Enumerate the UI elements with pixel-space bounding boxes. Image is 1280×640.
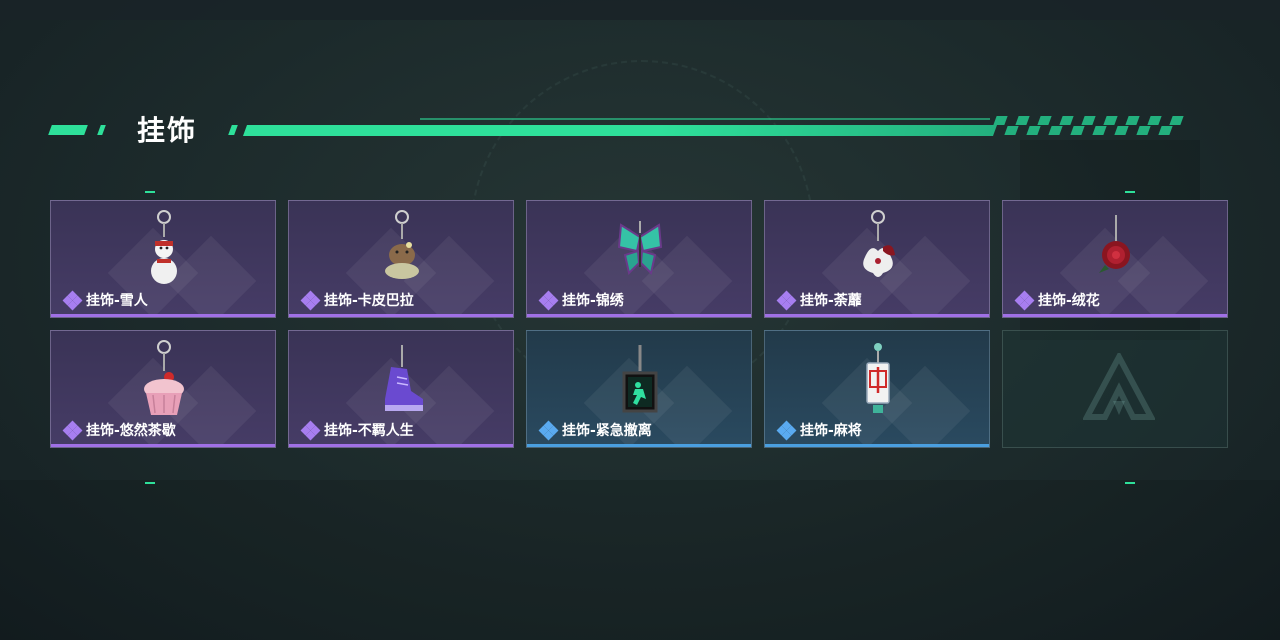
charm-name: 挂饰-荼蘼 bbox=[776, 290, 862, 311]
rarity-diamond-icon bbox=[776, 290, 797, 311]
charm-name: 挂饰-绒花 bbox=[1014, 290, 1100, 311]
header-accent-chip bbox=[97, 125, 106, 135]
exit-sign-charm-icon bbox=[622, 345, 658, 413]
header-accent-chip bbox=[228, 125, 238, 135]
rarity-diamond-icon bbox=[776, 420, 797, 441]
rarity-bar bbox=[51, 314, 275, 317]
mahjong-charm-icon bbox=[866, 343, 890, 413]
charm-card[interactable]: 挂饰-绒花 bbox=[1002, 200, 1228, 318]
rarity-bar bbox=[289, 444, 513, 447]
rarity-diamond-icon bbox=[300, 290, 321, 311]
charm-card[interactable]: 挂饰-麻将 bbox=[764, 330, 990, 448]
rarity-bar bbox=[51, 444, 275, 447]
charm-card[interactable]: 挂饰-锦绣 bbox=[526, 200, 752, 318]
header-accent-bar bbox=[242, 125, 998, 136]
charm-card[interactable]: 挂饰-紧急撤离 bbox=[526, 330, 752, 448]
background-ground bbox=[0, 480, 1280, 640]
corner-tick bbox=[1125, 482, 1135, 484]
charm-label: 挂饰-麻将 bbox=[800, 423, 862, 439]
corner-tick bbox=[145, 191, 155, 193]
rarity-diamond-icon bbox=[1014, 290, 1035, 311]
charm-label: 挂饰-悠然茶歇 bbox=[86, 423, 176, 439]
charm-name: 挂饰-麻将 bbox=[776, 420, 862, 441]
rarity-diamond-icon bbox=[62, 290, 83, 311]
empty-charm-slot[interactable] bbox=[1002, 330, 1228, 448]
charm-label: 挂饰-卡皮巴拉 bbox=[324, 293, 414, 309]
empty-slot-logo-icon bbox=[1083, 353, 1155, 420]
charm-label: 挂饰-不羁人生 bbox=[324, 423, 414, 439]
rarity-bar bbox=[1003, 314, 1227, 317]
rarity-bar bbox=[527, 444, 751, 447]
charm-name: 挂饰-卡皮巴拉 bbox=[300, 290, 414, 311]
charm-card[interactable]: 挂饰-荼蘼 bbox=[764, 200, 990, 318]
header-checker-pattern bbox=[993, 116, 1195, 136]
rarity-diamond-icon bbox=[538, 420, 559, 441]
charm-name: 挂饰-锦绣 bbox=[538, 290, 624, 311]
charm-grid: 挂饰-雪人 挂饰-卡皮巴拉 挂饰-锦绣 挂饰-荼蘼 挂饰-绒花 挂饰-悠然茶歇 … bbox=[50, 200, 1230, 450]
header-thin-line bbox=[420, 118, 990, 120]
butterfly-charm-icon bbox=[617, 221, 663, 275]
rarity-diamond-icon bbox=[538, 290, 559, 311]
charm-name: 挂饰-不羁人生 bbox=[300, 420, 414, 441]
snowman-charm-icon bbox=[151, 210, 177, 284]
rose-charm-icon bbox=[1099, 215, 1130, 273]
charm-label: 挂饰-紧急撤离 bbox=[562, 423, 652, 439]
rarity-diamond-icon bbox=[62, 420, 83, 441]
corner-tick bbox=[145, 482, 155, 484]
charm-card[interactable]: 挂饰-卡皮巴拉 bbox=[288, 200, 514, 318]
header-accent-chip bbox=[48, 125, 88, 135]
charm-name: 挂饰-悠然茶歇 bbox=[62, 420, 176, 441]
charm-name: 挂饰-雪人 bbox=[62, 290, 148, 311]
capybara-charm-icon bbox=[385, 210, 419, 279]
section-header: 挂饰 bbox=[0, 100, 1280, 150]
rarity-bar bbox=[765, 444, 989, 447]
rarity-bar bbox=[765, 314, 989, 317]
rarity-bar bbox=[527, 314, 751, 317]
corner-tick bbox=[1125, 191, 1135, 193]
charm-card[interactable]: 挂饰-悠然茶歇 bbox=[50, 330, 276, 448]
charm-label: 挂饰-雪人 bbox=[86, 293, 148, 309]
charm-label: 挂饰-绒花 bbox=[1038, 293, 1100, 309]
charm-card[interactable]: 挂饰-不羁人生 bbox=[288, 330, 514, 448]
section-title: 挂饰 bbox=[137, 114, 198, 147]
charm-label: 挂饰-锦绣 bbox=[562, 293, 624, 309]
charm-name: 挂饰-紧急撤离 bbox=[538, 420, 652, 441]
charm-label: 挂饰-荼蘼 bbox=[800, 293, 862, 309]
sneaker-charm-icon bbox=[385, 345, 423, 411]
cupcake-charm-icon bbox=[144, 340, 184, 415]
flower-charm-icon bbox=[863, 210, 895, 277]
top-strip bbox=[0, 0, 1280, 20]
charm-card[interactable]: 挂饰-雪人 bbox=[50, 200, 276, 318]
rarity-diamond-icon bbox=[300, 420, 321, 441]
rarity-bar bbox=[289, 314, 513, 317]
